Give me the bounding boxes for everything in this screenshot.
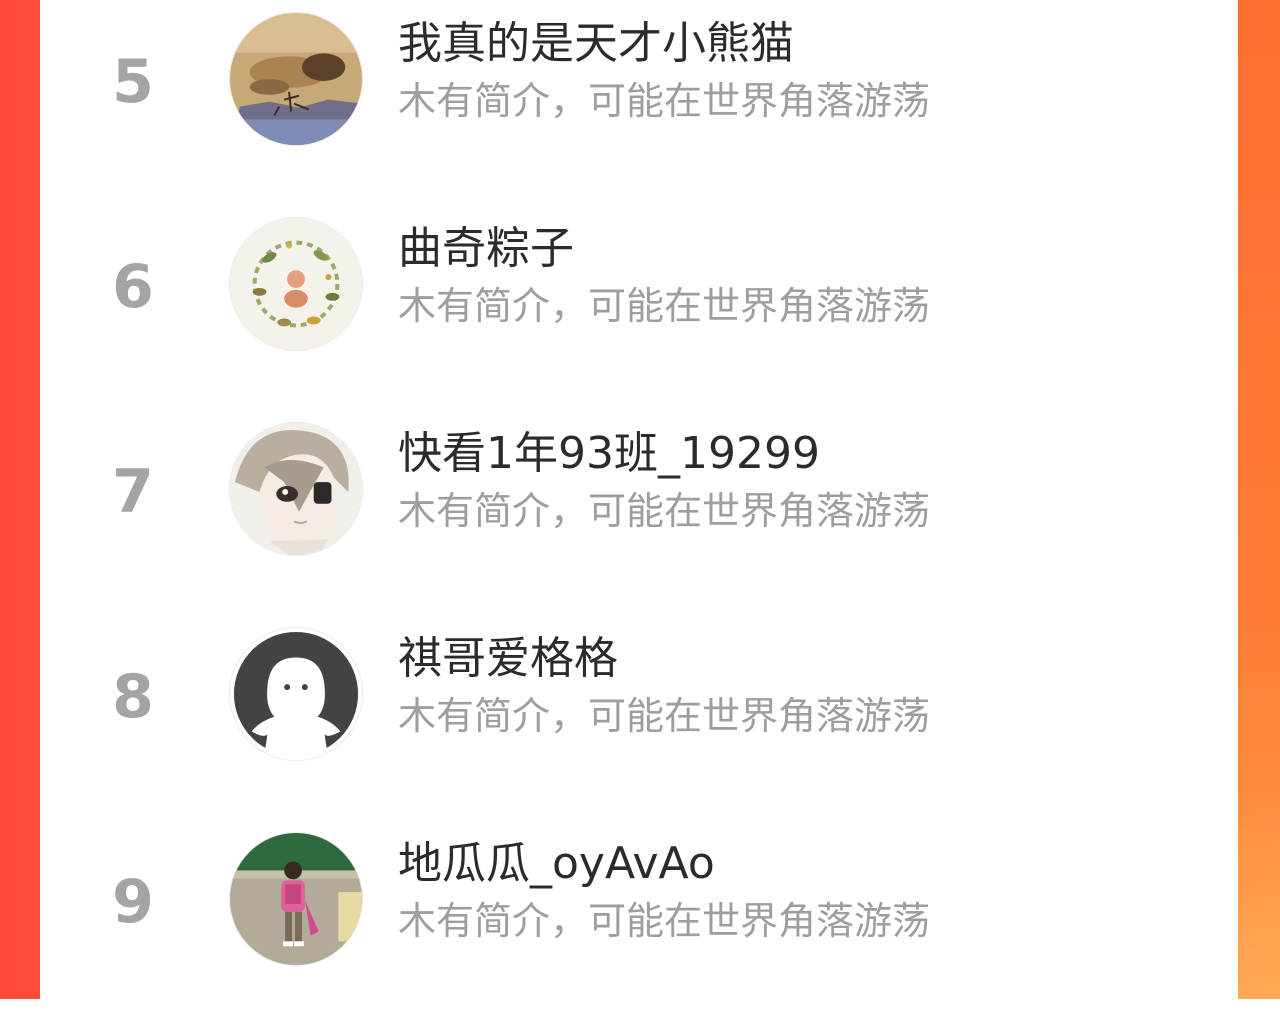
ranking-row[interactable]: 6 曲奇粽子 木有简介，可能在世界角落游荡 (40, 205, 1238, 410)
user-name[interactable]: 曲奇粽子 (398, 223, 574, 276)
orange-gradient-edge (1238, 0, 1280, 999)
user-bio: 木有简介，可能在世界角落游荡 (398, 284, 931, 328)
ranking-row[interactable]: 9 地瓜瓜_oyAvAo 木有简介，可能在世界角落游荡 (40, 820, 1238, 1025)
anime-boy-avatar-icon (230, 423, 362, 555)
user-name[interactable]: 地瓜瓜_oyAvAo (398, 838, 715, 891)
user-bio: 木有简介，可能在世界角落游荡 (398, 489, 931, 533)
ranking-row[interactable]: 8 祺哥爱格格 木有简介，可能在世界角落游荡 (40, 615, 1238, 820)
rank-number: 9 (112, 867, 154, 937)
ranking-row[interactable]: 5 我真的是天才小熊猫 木有简介，可能在世界角落游荡 (40, 0, 1238, 205)
rank-number: 6 (112, 252, 154, 322)
rank-number: 7 (112, 457, 154, 527)
rank-number: 5 (112, 47, 154, 117)
ranking-panel[interactable]: 5 我真的是天才小熊猫 木有简介，可能在世界角落游荡 6 曲奇粽子 木有简介，可… (40, 0, 1238, 999)
user-bio: 木有简介，可能在世界角落游荡 (398, 79, 931, 123)
child-photo-avatar-icon (230, 833, 362, 965)
wreath-avatar-icon (230, 218, 362, 350)
user-bio: 木有简介，可能在世界角落游荡 (398, 694, 931, 738)
default-ghost-avatar-icon (230, 628, 362, 760)
ranking-row[interactable]: 7 快看1年93班_19299 木有简介，可能在世界角落游荡 (40, 410, 1238, 615)
user-avatar[interactable] (229, 12, 363, 146)
user-avatar[interactable] (229, 217, 363, 351)
user-name[interactable]: 祺哥爱格格 (398, 633, 618, 686)
user-avatar[interactable] (229, 832, 363, 966)
user-avatar[interactable] (229, 627, 363, 761)
landscape-avatar-icon (230, 13, 362, 145)
user-name[interactable]: 快看1年93班_19299 (398, 428, 820, 481)
user-bio: 木有简介，可能在世界角落游荡 (398, 899, 931, 943)
user-name[interactable]: 我真的是天才小熊猫 (398, 18, 794, 71)
user-avatar[interactable] (229, 422, 363, 556)
rank-number: 8 (112, 662, 154, 732)
